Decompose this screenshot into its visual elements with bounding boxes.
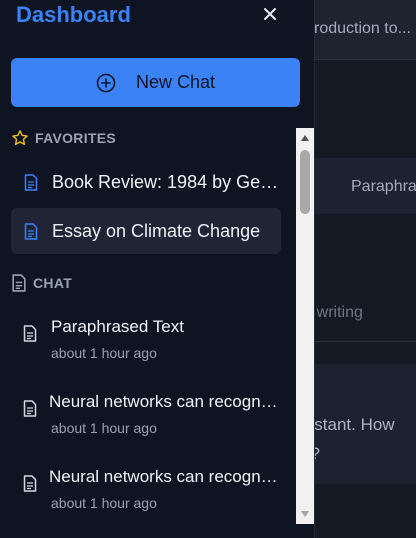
close-button[interactable] bbox=[258, 2, 282, 26]
document-icon bbox=[24, 173, 38, 191]
chat-item-title: Neural networks can recognize patterns bbox=[49, 392, 281, 411]
app-root: roduction to... Paraphra ur writing sist… bbox=[0, 0, 416, 538]
document-icon bbox=[23, 475, 37, 497]
chat-item[interactable]: Neural networks can recognize patterns a… bbox=[23, 392, 281, 452]
chat-item[interactable]: Neural networks can recognize patterns a… bbox=[23, 467, 281, 527]
close-icon bbox=[264, 8, 276, 20]
scroll-up-button[interactable] bbox=[296, 130, 314, 146]
chat-item-title: Paraphrased Text bbox=[51, 317, 184, 336]
assistant-message: sistant. Howy? bbox=[300, 364, 416, 484]
assistant-line-1: sistant. How bbox=[302, 415, 395, 434]
favorite-item-label: Essay on Climate Change bbox=[52, 220, 261, 241]
chat-header: CHAT bbox=[11, 273, 72, 293]
favorites-header: FAVORITES bbox=[11, 128, 116, 148]
chat-item[interactable]: Paraphrased Text about 1 hour ago bbox=[23, 317, 281, 377]
paraphrase-tab-label: Paraphra bbox=[351, 178, 416, 195]
triangle-down-icon bbox=[301, 511, 309, 517]
main-header-band: roduction to... bbox=[300, 0, 416, 60]
paraphrase-tab[interactable]: Paraphra bbox=[300, 158, 416, 214]
document-icon bbox=[23, 400, 37, 422]
assistant-message-text: sistant. Howy? bbox=[302, 410, 395, 468]
sidebar-title: Dashboard bbox=[16, 2, 131, 27]
favorites-header-label: FAVORITES bbox=[35, 130, 117, 146]
favorite-item[interactable]: Book Review: 1984 by George Orwell bbox=[11, 159, 281, 205]
favorite-item-label: Book Review: 1984 by George Orwell bbox=[52, 171, 280, 192]
chat-item-time: about 1 hour ago bbox=[51, 495, 157, 511]
triangle-up-icon bbox=[301, 135, 309, 141]
favorite-item[interactable]: Essay on Climate Change bbox=[11, 208, 281, 254]
chat-item-time: about 1 hour ago bbox=[51, 420, 157, 436]
plus-circle-icon bbox=[96, 73, 116, 92]
conversation-list: FAVORITES Book Review: 1984 by George Or… bbox=[0, 122, 296, 528]
scroll-down-button[interactable] bbox=[296, 506, 314, 522]
document-icon bbox=[24, 222, 38, 240]
document-icon bbox=[12, 274, 26, 292]
new-chat-label: New Chat bbox=[135, 72, 216, 92]
scrollbar-thumb[interactable] bbox=[300, 150, 310, 214]
main-top-text: roduction to... bbox=[314, 20, 411, 37]
sidebar: Dashboard New Chat FAVORITES Book Review… bbox=[0, 0, 315, 538]
new-chat-button[interactable]: New Chat bbox=[11, 58, 300, 107]
chat-item-title: Neural networks can recognize patterns bbox=[49, 467, 281, 486]
writing-input[interactable]: ur writing bbox=[298, 298, 416, 342]
chat-header-label: CHAT bbox=[33, 275, 73, 291]
scrollbar[interactable] bbox=[296, 128, 314, 524]
chat-item-time: about 1 hour ago bbox=[51, 345, 157, 361]
star-icon bbox=[12, 130, 28, 146]
document-icon bbox=[23, 325, 37, 347]
